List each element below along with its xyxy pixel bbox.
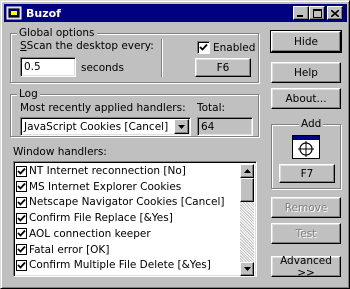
list-item[interactable]: Netscape Navigator Cookies [Cancel] xyxy=(16,195,241,209)
list-item[interactable]: AOL connection keeper xyxy=(16,227,241,241)
checkmark-icon xyxy=(17,198,26,206)
add-hotkey-f7-button[interactable]: F7 xyxy=(279,164,335,183)
checkmark-icon xyxy=(17,230,26,238)
scan-interval-label: SScan the desktop every: xyxy=(20,40,154,52)
checkmark-icon xyxy=(199,43,208,51)
list-scrollbar[interactable] xyxy=(240,164,254,276)
handler-label: Fatal error [OK] xyxy=(29,243,110,256)
checkmark-icon xyxy=(17,245,26,253)
handler-checkbox[interactable] xyxy=(16,228,27,240)
chevron-down-icon xyxy=(243,267,251,271)
list-item[interactable]: Fatal error [OK] xyxy=(16,243,241,257)
handler-label: MS Internet Explorer Cookies xyxy=(29,180,182,193)
handler-label: Confirm Multiple File Delete [&Yes] xyxy=(29,259,211,272)
options-divider xyxy=(161,39,163,77)
minimize-button[interactable] xyxy=(293,6,309,20)
window-handlers-list[interactable]: NT Internet reconnection [No] MS Internet… xyxy=(13,161,257,277)
scroll-down-button[interactable] xyxy=(240,262,254,276)
seconds-label: seconds xyxy=(81,62,124,74)
about-button[interactable]: About... xyxy=(271,88,341,109)
handler-checkbox[interactable] xyxy=(16,165,27,177)
scroll-thumb[interactable] xyxy=(240,178,254,202)
handler-checkbox[interactable] xyxy=(16,212,27,224)
log-title: Log xyxy=(17,87,40,101)
add-title: Add xyxy=(299,117,324,131)
handler-label: AOL connection keeper xyxy=(29,227,151,240)
buzof-app-icon xyxy=(6,6,22,20)
handler-label: Netscape Navigator Cookies [Cancel] xyxy=(29,196,225,209)
scan-interval-label-text: Scan the desktop every: xyxy=(26,40,154,52)
checkmark-icon xyxy=(17,214,26,222)
minimize-icon xyxy=(297,15,303,17)
scroll-up-button[interactable] xyxy=(240,164,254,178)
close-button[interactable] xyxy=(327,6,343,20)
scan-interval-input[interactable] xyxy=(20,57,76,77)
crosshair-icon xyxy=(298,141,314,157)
close-icon xyxy=(331,9,339,17)
global-options-title: Global options xyxy=(17,26,97,40)
enabled-label: Enabled xyxy=(213,42,256,54)
handler-label: Confirm File Replace [&Yes] xyxy=(29,212,173,225)
recent-handlers-value: JavaScript Cookies [Cancel] xyxy=(24,121,169,133)
test-button[interactable]: Test xyxy=(271,223,341,244)
handler-checkbox[interactable] xyxy=(16,259,27,271)
handler-label: NT Internet reconnection [No] xyxy=(29,165,186,177)
window-title: Buzof xyxy=(26,6,61,20)
enabled-checkbox[interactable] xyxy=(197,41,210,54)
maximize-icon xyxy=(312,8,322,18)
total-field: 64 xyxy=(197,117,253,136)
title-bar[interactable]: Buzof xyxy=(4,4,347,22)
chevron-down-icon xyxy=(178,124,185,129)
add-finder-target[interactable] xyxy=(292,135,320,159)
total-value: 64 xyxy=(201,121,215,133)
handler-checkbox[interactable] xyxy=(16,196,27,208)
list-item[interactable]: MS Internet Explorer Cookies xyxy=(16,180,241,194)
advanced-button[interactable]: Advanced >> xyxy=(271,255,341,279)
hide-button[interactable]: Hide xyxy=(270,30,342,53)
dropdown-arrow-button[interactable] xyxy=(174,119,189,134)
scan-hotkey-f6-button[interactable]: F6 xyxy=(195,58,251,77)
target-window-bar xyxy=(293,136,319,140)
handler-checkbox[interactable] xyxy=(16,181,27,193)
checkmark-icon xyxy=(17,261,26,269)
list-item[interactable]: Confirm File Replace [&Yes] xyxy=(16,211,241,225)
handler-checkbox[interactable] xyxy=(16,244,27,255)
total-label: Total: xyxy=(197,102,226,114)
window-handlers-label: Window handlers: xyxy=(13,146,107,158)
list-item[interactable]: NT Internet reconnection [No] xyxy=(16,164,241,178)
chevron-up-icon xyxy=(243,169,251,173)
buzof-window: Buzof Global options SScan the desktop e… xyxy=(0,0,350,289)
remove-button[interactable]: Remove xyxy=(271,197,341,218)
recent-handlers-dropdown[interactable]: JavaScript Cookies [Cancel] xyxy=(20,117,191,136)
checkmark-icon xyxy=(17,167,26,175)
help-button[interactable]: Help xyxy=(271,62,341,83)
maximize-button[interactable] xyxy=(309,6,325,20)
recent-handlers-label: Most recently applied handlers: xyxy=(20,102,186,114)
checkmark-icon xyxy=(17,183,26,190)
list-item[interactable]: Confirm Multiple File Delete [&Yes] xyxy=(16,258,241,272)
